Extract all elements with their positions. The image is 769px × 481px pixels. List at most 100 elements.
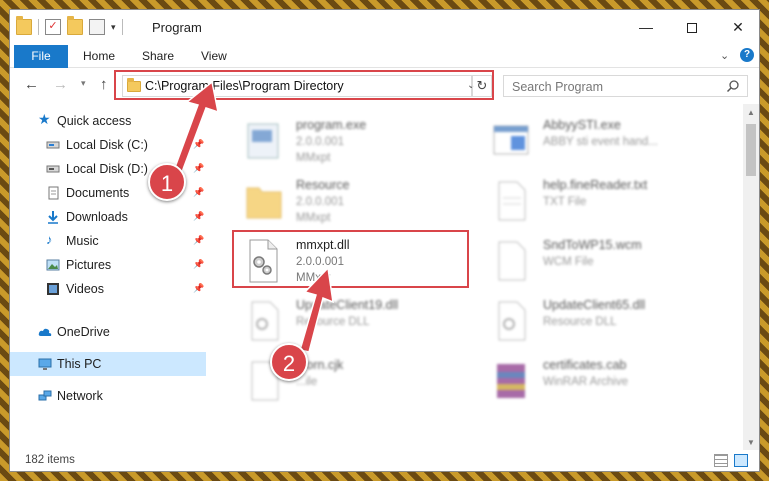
file-name: help.fineReader.txt <box>543 178 648 192</box>
help-icon[interactable]: ? <box>740 48 754 62</box>
file-type: Resource DLL <box>296 316 370 328</box>
callout-badge-2: 2 <box>270 343 308 381</box>
minimize-button[interactable]: — <box>623 10 669 44</box>
blank-file-icon <box>498 241 526 281</box>
file-type: Resource DLL <box>543 316 617 328</box>
sidebar-item-label: Network <box>57 389 103 403</box>
file-name: UpdateClient19.dll <box>296 298 399 312</box>
navigation-pane: ★ Quick access Local Disk (C:) 📌 Local D… <box>10 104 206 450</box>
pictures-icon <box>46 259 60 271</box>
folder-icon[interactable] <box>16 16 32 35</box>
file-item[interactable]: UpdateClient19.dll Resource DLL <box>236 294 476 352</box>
sidebar-item-label: Local Disk (D:) <box>66 162 148 176</box>
file-name: SndToWP15.wcm <box>543 238 642 252</box>
window-icon <box>493 125 529 155</box>
file-company: MMxpt <box>296 212 331 224</box>
videos-icon <box>47 283 59 295</box>
sidebar-item-music[interactable]: ♪ Music 📌 <box>10 229 206 253</box>
folder-item[interactable]: Resource 2.0.0.001 MMxpt <box>236 174 476 232</box>
file-name: program.exe <box>296 118 367 132</box>
scroll-down-icon[interactable]: ▼ <box>747 438 755 447</box>
sidebar-item-local-disk-c[interactable]: Local Disk (C:) 📌 <box>10 133 206 157</box>
sidebar-item-label: This PC <box>57 357 102 371</box>
up-arrow-icon[interactable]: ↑ <box>100 76 108 93</box>
file-item[interactable]: SndToWP15.wcm WCM File <box>483 234 723 292</box>
sidebar-item-onedrive[interactable]: OneDrive <box>10 320 206 344</box>
tab-share[interactable]: Share <box>142 45 174 68</box>
forward-arrow-icon[interactable]: → <box>53 76 68 93</box>
file-type: WinRAR Archive <box>543 376 628 388</box>
search-input[interactable]: Search Program <box>503 75 748 97</box>
properties-icon[interactable] <box>89 19 105 35</box>
pin-icon[interactable]: 📌 <box>193 235 204 246</box>
chevron-down-icon[interactable]: ▾ <box>111 22 116 33</box>
sidebar-item-label: OneDrive <box>57 325 110 339</box>
ribbon: File Home Share View ⌄ ? <box>10 44 759 68</box>
scroll-up-icon[interactable]: ▲ <box>747 108 755 117</box>
archive-icon <box>497 364 525 398</box>
callout-badge-1: 1 <box>148 163 186 201</box>
tab-view[interactable]: View <box>201 45 227 68</box>
file-version: 2.0.0.001 <box>296 136 344 148</box>
file-name: UpdateClient65.dll <box>543 298 646 312</box>
exe-icon <box>247 123 279 159</box>
new-folder-icon[interactable] <box>67 16 83 35</box>
pin-icon[interactable]: 📌 <box>193 283 204 294</box>
sidebar-item-videos[interactable]: Videos 📌 <box>10 277 206 301</box>
file-item[interactable]: AbbyySTI.exe ABBY sti event hand... <box>483 114 723 172</box>
file-item[interactable]: UpdateClient65.dll Resource DLL <box>483 294 723 352</box>
sidebar-item-network[interactable]: Network <box>10 384 206 408</box>
dll-gear-icon <box>498 301 526 341</box>
address-highlight-box <box>114 70 494 100</box>
text-file-icon <box>498 181 526 221</box>
toolbar-divider <box>121 19 123 35</box>
vertical-scrollbar[interactable]: ▲ ▼ <box>743 104 759 450</box>
file-explorer-window: ✓ ▾ Program — ✕ File Home Share View ⌄ ?… <box>9 9 760 472</box>
maximize-button[interactable] <box>669 10 715 44</box>
file-item[interactable]: certificates.cab WinRAR Archive <box>483 354 723 412</box>
network-icon <box>38 390 52 401</box>
sidebar-item-pictures[interactable]: Pictures 📌 <box>10 253 206 277</box>
close-button[interactable]: ✕ <box>715 10 759 44</box>
drive-icon <box>46 141 60 149</box>
expand-ribbon-icon[interactable]: ⌄ <box>720 49 729 62</box>
pin-icon[interactable]: 📌 <box>193 139 204 150</box>
navigation-bar: ← → ▾ ↑ C:\Program Files\Program Directo… <box>10 68 759 102</box>
recent-locations-icon[interactable]: ▾ <box>81 78 86 89</box>
tab-home[interactable]: Home <box>83 45 115 68</box>
large-icons-view-icon[interactable] <box>734 454 748 467</box>
file-item[interactable]: help.fineReader.txt TXT File <box>483 174 723 232</box>
documents-icon <box>48 186 59 200</box>
properties-check-icon[interactable]: ✓ <box>45 19 61 35</box>
sidebar-item-this-pc[interactable]: This PC <box>10 352 206 376</box>
cloud-icon <box>38 328 52 336</box>
file-item[interactable]: program.exe 2.0.0.001 MMxpt <box>236 114 476 172</box>
file-version: 2.0.0.001 <box>296 196 344 208</box>
search-placeholder: Search Program <box>512 80 604 94</box>
scrollbar-thumb[interactable] <box>746 124 756 176</box>
sidebar-item-label: Quick access <box>57 114 132 128</box>
star-icon: ★ <box>38 111 51 127</box>
file-type: TXT File <box>543 196 587 208</box>
sidebar-item-quick-access[interactable]: ★ Quick access <box>10 109 206 133</box>
pin-icon[interactable]: 📌 <box>193 211 204 222</box>
back-arrow-icon[interactable]: ← <box>24 76 39 93</box>
search-icon[interactable] <box>726 79 740 93</box>
tab-file[interactable]: File <box>14 45 68 68</box>
sidebar-item-label: Local Disk (C:) <box>66 138 148 152</box>
music-icon: ♪ <box>46 232 53 247</box>
maximize-icon <box>687 23 697 34</box>
file-type: WCM File <box>543 256 594 268</box>
pin-icon[interactable]: 📌 <box>193 163 204 174</box>
file-name: AbbyySTI.exe <box>543 118 621 132</box>
pin-icon[interactable]: 📌 <box>193 187 204 198</box>
item-count: 182 items <box>25 454 75 466</box>
sidebar-item-label: Music <box>66 234 99 248</box>
details-view-icon[interactable] <box>714 454 728 467</box>
pin-icon[interactable]: 📌 <box>193 259 204 270</box>
downloads-icon <box>48 211 58 224</box>
sidebar-item-downloads[interactable]: Downloads 📌 <box>10 205 206 229</box>
title-bar: ✓ ▾ Program — ✕ <box>10 10 759 44</box>
file-name: Resource <box>296 178 350 192</box>
window-title: Program <box>152 20 202 35</box>
